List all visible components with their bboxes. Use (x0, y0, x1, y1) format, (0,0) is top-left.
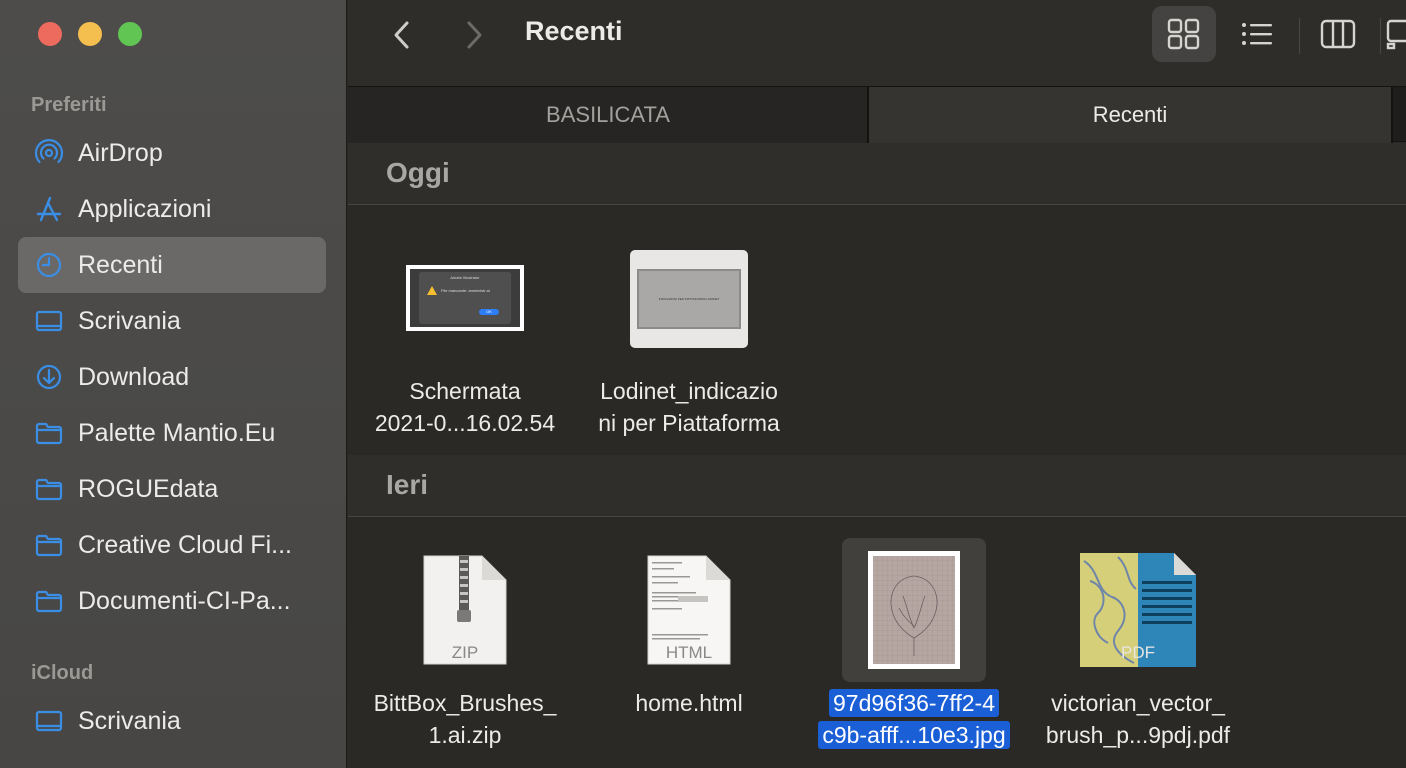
image-thumbnail (799, 551, 1029, 669)
sidebar-item-desktop[interactable]: Scrivania (18, 293, 326, 349)
file-item[interactable]: INDICAZIONI PER PIATTAFORMA LODINET Lodi… (574, 233, 804, 443)
icon-view-button[interactable] (1152, 6, 1216, 62)
file-item[interactable]: ZIP BittBox_Brushes_ 1.ai.zip (350, 543, 580, 763)
airdrop-icon (34, 138, 64, 168)
document-preview-text: INDICAZIONI PER PIATTAFORMA LODINET (637, 269, 741, 329)
group-title: Oggi (386, 157, 450, 188)
toolbar: Recenti (348, 0, 1406, 86)
sidebar: Preferiti AirDrop Applicazioni Recenti S… (0, 0, 347, 768)
sidebar-item-airdrop[interactable]: AirDrop (18, 125, 326, 181)
list-icon (1242, 23, 1272, 45)
file-thumbnail: Adobe Illustrator File mancante: amminis… (350, 263, 580, 333)
columns-icon (1320, 19, 1356, 49)
toolbar-divider (1380, 18, 1381, 54)
desktop-icon (34, 706, 64, 736)
back-button[interactable] (384, 18, 420, 52)
zoom-window-button[interactable] (118, 22, 142, 46)
file-item[interactable]: PDF victorian_vector_ brush_p...9pdj.pdf (1023, 543, 1253, 763)
folder-icon (34, 418, 64, 448)
sidebar-section-favorites: Preferiti (31, 94, 107, 116)
file-name: victorian_vector_ brush_p...9pdj.pdf (1045, 690, 1231, 748)
download-icon (34, 362, 64, 392)
group-header-yesterday: Ieri (348, 455, 1406, 517)
document-thumbnail: INDICAZIONI PER PIATTAFORMA LODINET (630, 250, 748, 348)
file-item[interactable]: Adobe Illustrator File mancante: amminis… (350, 233, 580, 443)
window-title: Recenti (525, 16, 623, 46)
screenshot-thumbnail: Adobe Illustrator File mancante: amminis… (406, 265, 524, 331)
tab-basilicata[interactable]: BASILICATA (348, 87, 868, 143)
group-title: Ieri (386, 469, 429, 500)
sidebar-item-roguedata[interactable]: ROGUEdata (18, 461, 326, 517)
dialog-ok-button: OK (479, 309, 499, 315)
sidebar-item-icloud-desktop[interactable]: Scrivania (18, 693, 326, 749)
sidebar-item-download[interactable]: Download (18, 349, 326, 405)
list-view-button[interactable] (1225, 6, 1289, 62)
close-window-button[interactable] (38, 22, 62, 46)
column-view-button[interactable] (1306, 6, 1370, 62)
sidebar-item-applications[interactable]: Applicazioni (18, 181, 326, 237)
file-name: Schermata 2021-0...16.02.54 (374, 378, 556, 436)
gallery-icon (1386, 19, 1406, 50)
file-name: home.html (635, 690, 743, 716)
sidebar-item-palette-mantio[interactable]: Palette Mantio.Eu (18, 405, 326, 461)
applications-icon (34, 194, 64, 224)
minimize-window-button[interactable] (78, 22, 102, 46)
grid-icon (1167, 18, 1200, 50)
tab-bar: BASILICATA Recenti (348, 86, 1406, 143)
window-controls (38, 22, 142, 46)
tab-divider (1391, 87, 1393, 143)
file-browser: Oggi Adobe Illustrator File mancante: am… (348, 143, 1406, 768)
chevron-right-icon (467, 21, 482, 49)
group-header-today: Oggi (348, 143, 1406, 205)
file-name: BittBox_Brushes_ 1.ai.zip (373, 690, 557, 748)
toolbar-divider (1299, 18, 1300, 54)
forward-button[interactable] (456, 18, 492, 52)
sidebar-item-documenti[interactable]: Documenti-CI-Pa... (18, 573, 326, 629)
file-type-badge: HTML (665, 643, 713, 662)
sidebar-section-icloud: iCloud (31, 662, 94, 684)
file-type-badge: PDF (1121, 643, 1155, 662)
sidebar-item-creative-cloud[interactable]: Creative Cloud Fi... (18, 517, 326, 573)
folder-icon (34, 530, 64, 560)
chevron-left-icon (394, 21, 409, 49)
file-item-selected[interactable]: 97d96f36-7ff2-4 c9b-afff...10e3.jpg (799, 543, 1029, 763)
clock-icon (34, 250, 64, 280)
sidebar-item-recents[interactable]: Recenti (18, 237, 326, 293)
file-thumbnail: INDICAZIONI PER PIATTAFORMA LODINET (574, 249, 804, 349)
file-name: 97d96f36-7ff2-4 c9b-afff...10e3.jpg (799, 687, 1029, 751)
warning-icon (427, 286, 437, 295)
tab-recenti[interactable]: Recenti (869, 87, 1391, 143)
dialog-text: File mancante: amministr.ai (441, 288, 490, 293)
desktop-icon (34, 306, 64, 336)
dialog-title: Adobe Illustrator (450, 275, 480, 280)
gallery-view-button[interactable] (1382, 6, 1406, 62)
folder-icon (34, 474, 64, 504)
file-item[interactable]: HTML home.html (574, 543, 804, 763)
file-type-badge: ZIP (451, 643, 479, 662)
file-name: Lodinet_indicazio ni per Piattaforma (598, 378, 780, 436)
folder-icon (34, 586, 64, 616)
